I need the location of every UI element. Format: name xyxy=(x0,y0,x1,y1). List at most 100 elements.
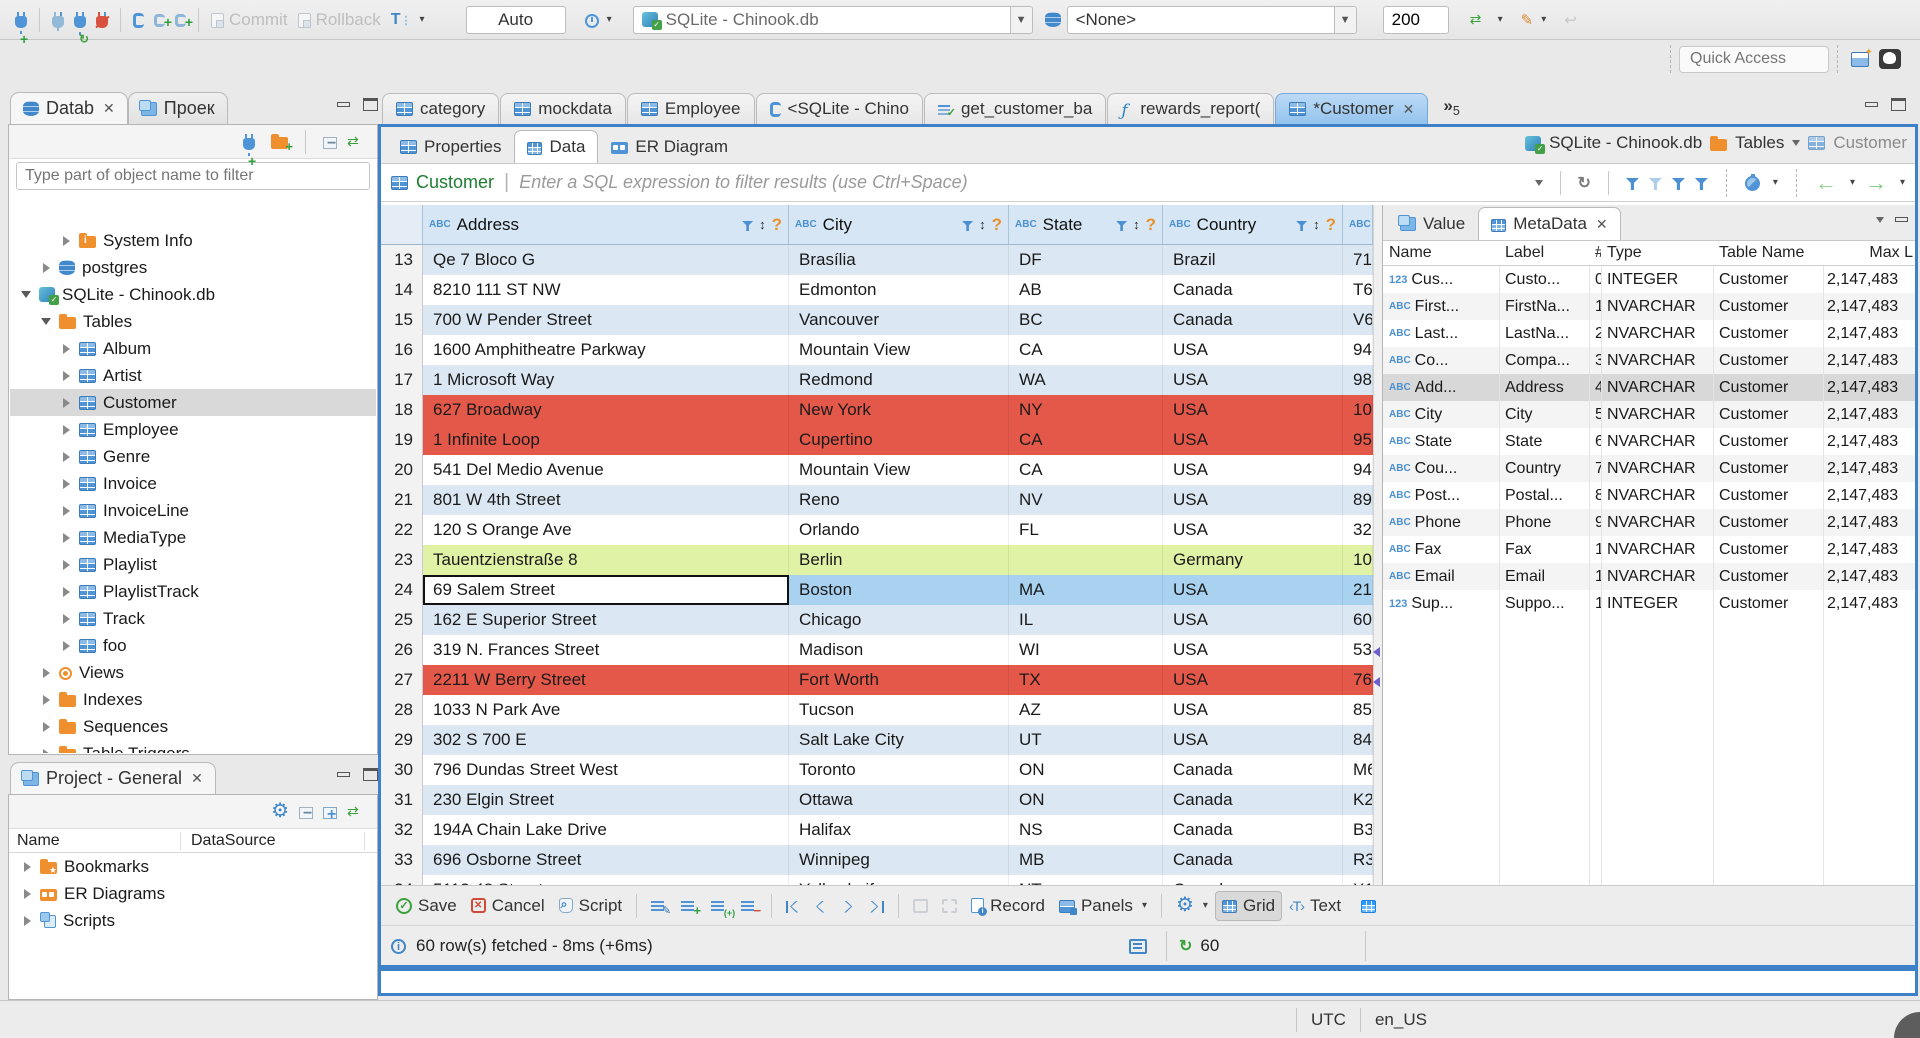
row-number[interactable]: 29 xyxy=(381,725,423,755)
new-connection-icon[interactable] xyxy=(243,133,255,156)
maximize-icon[interactable] xyxy=(363,98,378,111)
transaction-log-button[interactable]: ▾ xyxy=(386,5,430,35)
hint-icon[interactable]: ? xyxy=(1146,215,1156,235)
table-row[interactable]: 33 696 Osborne Street Winnipeg MB Canada… xyxy=(381,845,1373,875)
link-editor-icon[interactable] xyxy=(347,803,367,820)
grid-cell[interactable]: Fort Worth xyxy=(789,665,1009,695)
table-row[interactable]: 18 627 Broadway New York NY USA 10 xyxy=(381,395,1373,425)
chevron-right-icon[interactable] xyxy=(60,397,72,408)
metadata-row-firstna[interactable]: ABC First... FirstNa... 1 NVARCHAR Custo… xyxy=(1383,293,1915,320)
table-row[interactable]: 19 1 Infinite Loop Cupertino CA USA 95 xyxy=(381,425,1373,455)
metadata-row-custo[interactable]: 123 Cus... Custo... 0 INTEGER Customer 2… xyxy=(1383,266,1915,293)
grid-cell[interactable]: Canada xyxy=(1163,875,1343,885)
grid-cell[interactable]: 319 N. Frances Street xyxy=(423,635,789,665)
refresh-connection-button[interactable]: ▾ xyxy=(1465,5,1508,35)
table-row[interactable]: 25 162 E Superior Street Chicago IL USA … xyxy=(381,605,1373,635)
schema-dropdown-button[interactable]: ▼ xyxy=(1333,6,1356,33)
record-button[interactable]: Record xyxy=(964,891,1052,921)
editor-tab-get-customer-ba[interactable]: get_customer_ba xyxy=(923,93,1107,124)
grid-cell[interactable]: Tauentzienstraße 8 xyxy=(423,545,789,575)
row-number[interactable]: 34 xyxy=(381,875,423,885)
commit-mode-combo[interactable]: Auto xyxy=(465,5,566,34)
open-sql-editor-button[interactable] xyxy=(149,5,172,35)
grid-cell[interactable]: Chicago xyxy=(789,605,1009,635)
chevron-right-icon[interactable] xyxy=(60,343,72,354)
grid-cell[interactable]: DF xyxy=(1009,245,1163,275)
grid-cell[interactable]: Salt Lake City xyxy=(789,725,1009,755)
grid-cell[interactable]: USA xyxy=(1163,515,1343,545)
metadata-row-country[interactable]: ABC Cou... Country 7 NVARCHAR Customer 2… xyxy=(1383,455,1915,482)
row-number[interactable]: 14 xyxy=(381,275,423,305)
grid-cell[interactable]: USA xyxy=(1163,695,1343,725)
tab-er-diagram[interactable]: ER Diagram xyxy=(598,130,741,163)
editor-tab-rewards-report[interactable]: rewards_report( xyxy=(1107,93,1275,124)
grid-cell[interactable]: CA xyxy=(1009,425,1163,455)
grid-cell[interactable]: 53 xyxy=(1343,635,1373,665)
undo-button[interactable] xyxy=(1559,5,1582,35)
sort-icon[interactable]: ↕ xyxy=(1313,217,1320,232)
grid-cell[interactable]: 89 xyxy=(1343,485,1373,515)
grid-cell[interactable]: Winnipeg xyxy=(789,845,1009,875)
table-row[interactable]: 15 700 W Pender Street Vancouver BC Cana… xyxy=(381,305,1373,335)
connection-combo[interactable]: SQLite - Chinook.db ▼ xyxy=(632,5,1033,34)
project-item-scripts[interactable]: Scripts xyxy=(9,907,377,934)
row-number[interactable]: 30 xyxy=(381,755,423,785)
panel-column-type[interactable]: Type xyxy=(1601,244,1713,262)
metadata-row-postal[interactable]: ABC Post... Postal... 8 NVARCHAR Custome… xyxy=(1383,482,1915,509)
grid-cell[interactable]: Mountain View xyxy=(789,455,1009,485)
text-view-button[interactable]: Text xyxy=(1282,891,1348,921)
row-number[interactable]: 15 xyxy=(381,305,423,335)
connect-button[interactable] xyxy=(47,5,69,35)
grid-cell[interactable]: M6 xyxy=(1343,755,1373,785)
goto-row-button[interactable] xyxy=(906,891,935,921)
table-row[interactable]: 20 541 Del Medio Avenue Mountain View CA… xyxy=(381,455,1373,485)
link-editor-icon[interactable] xyxy=(347,133,367,150)
auto-refresh-icon[interactable] xyxy=(1744,173,1760,191)
sort-icon[interactable]: ↕ xyxy=(759,217,766,232)
grid-cell[interactable]: Vancouver xyxy=(789,305,1009,335)
grid-cell[interactable]: Brasília xyxy=(789,245,1009,275)
table-row[interactable]: 32 194A Chain Lake Drive Halifax NS Cana… xyxy=(381,815,1373,845)
schema-combo[interactable]: <None> ▼ xyxy=(1066,5,1357,34)
filter-history-dropdown[interactable] xyxy=(1534,179,1543,186)
table-row[interactable]: 13 Qe 7 Bloco G Brasília DF Brazil 71 xyxy=(381,245,1373,275)
grid-cell[interactable]: Redmond xyxy=(789,365,1009,395)
grid-cell[interactable]: Toronto xyxy=(789,755,1009,785)
connection-dropdown-button[interactable]: ▼ xyxy=(1009,6,1032,33)
editor-tab-mockdata[interactable]: mockdata xyxy=(500,93,626,124)
grid-cell[interactable]: 85 xyxy=(1343,695,1373,725)
tree-item-postgres[interactable]: postgres xyxy=(10,254,376,281)
grid-cell[interactable]: 10 xyxy=(1343,395,1373,425)
column-filter-icon[interactable] xyxy=(1116,221,1128,231)
reconnect-button[interactable] xyxy=(69,5,91,35)
grid-cell[interactable]: NS xyxy=(1009,815,1163,845)
grid-cell[interactable]: MB xyxy=(1009,845,1163,875)
nav-back-icon[interactable]: ← xyxy=(1815,170,1837,196)
minimize-icon[interactable] xyxy=(336,98,351,111)
tree-item-album[interactable]: Album xyxy=(10,335,376,362)
column-filter-icon[interactable] xyxy=(742,221,754,231)
grid-cell[interactable]: K2 xyxy=(1343,785,1373,815)
row-number[interactable]: 22 xyxy=(381,515,423,545)
grid-cell[interactable]: Berlin xyxy=(789,545,1009,575)
sql-editor-button[interactable] xyxy=(128,5,149,35)
project-item-bookmarks[interactable]: Bookmarks xyxy=(9,853,377,880)
table-row[interactable]: 28 1033 N Park Ave Tucson AZ USA 85 xyxy=(381,695,1373,725)
script-button[interactable]: Script xyxy=(552,891,629,921)
grid-cell[interactable]: 32 xyxy=(1343,515,1373,545)
metadata-row-city[interactable]: ABC City City 5 NVARCHAR Customer 2,147,… xyxy=(1383,401,1915,428)
chevron-right-icon[interactable] xyxy=(40,694,52,705)
panel-column-table-name[interactable]: Table Name xyxy=(1713,244,1821,262)
grid-cell[interactable]: Canada xyxy=(1163,815,1343,845)
hint-icon[interactable]: ? xyxy=(1326,215,1336,235)
row-number[interactable]: 16 xyxy=(381,335,423,365)
close-icon[interactable]: ✕ xyxy=(1403,101,1415,118)
editor-tab-category[interactable]: category xyxy=(382,93,500,124)
grid-cell[interactable]: T6 xyxy=(1343,275,1373,305)
row-number[interactable]: 20 xyxy=(381,455,423,485)
dbeaver-perspective-button[interactable] xyxy=(1874,44,1906,74)
expand-all-icon[interactable] xyxy=(323,806,337,824)
column-filter-icon[interactable] xyxy=(1296,221,1308,231)
grid-cell[interactable]: 69 Salem Street xyxy=(423,575,789,605)
row-number[interactable]: 33 xyxy=(381,845,423,875)
